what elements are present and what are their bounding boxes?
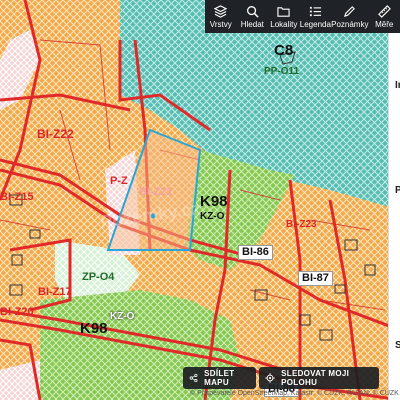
zone-label-kz-o-top: KZ-O	[200, 211, 225, 222]
locate-icon	[265, 373, 275, 383]
toolbar-search-button[interactable]: Hledat	[237, 0, 269, 33]
track-location-label: SLEDOVAT MOJI POLOHU	[281, 369, 350, 387]
toolbar-legend-label: Legenda	[299, 19, 331, 29]
zone-label-k98-top: K98	[200, 193, 228, 210]
side-panel-letter-3: S	[395, 340, 400, 351]
toolbar-layers-label: Vrstvy	[209, 19, 232, 29]
zone-label-bi-z17: BI-Z17	[38, 286, 72, 298]
zone-label-bi-z22: BI-Z22	[37, 127, 74, 141]
zone-label-k98-bottom: K98	[80, 320, 108, 337]
toolbar-measure-button[interactable]: Měře	[368, 0, 400, 33]
map-canvas[interactable]: C8 PP-O11 BI-Z22 BI-Z21 P-Z K98 KZ-O BI-…	[0, 0, 400, 400]
zone-label-bi-z21: BI-Z21	[139, 186, 173, 198]
zone-label-bi-86: BI-86	[238, 245, 273, 260]
zone-label-pp-o11: PP-O11	[264, 66, 300, 77]
zone-label-c8: C8	[274, 42, 294, 59]
toolbar-notes-label: Poznámky	[331, 19, 369, 29]
zone-label-bi-z20: BI-Z20	[0, 306, 34, 318]
toolbar-layers-button[interactable]: Vrstvy	[205, 0, 237, 33]
side-panel-letter-2: P	[395, 185, 400, 196]
toolbar-notes-button[interactable]: Poznámky	[331, 0, 368, 33]
zone-label-kz-o-bottom: KZ-O	[110, 311, 135, 322]
toolbar-locations-label: Lokality	[270, 19, 298, 29]
zone-label-zp-o4: ZP-O4	[82, 271, 115, 283]
zone-label-bi-87: BI-87	[298, 271, 333, 286]
top-toolbar: Vrstvy Hledat Lokality Legenda Poznámky …	[205, 0, 400, 33]
zone-label-bi-z23: BI-Z23	[286, 219, 317, 230]
share-icon	[189, 373, 198, 383]
ruler-icon	[377, 4, 391, 18]
zone-label-p-z: P-Z	[110, 175, 128, 187]
toolbar-legend-button[interactable]: Legenda	[300, 0, 332, 33]
folder-icon	[277, 6, 290, 17]
zone-label-bi-z15: BI-Z15	[0, 191, 34, 203]
side-panel-letter-1: Ir	[395, 80, 400, 91]
track-location-button[interactable]: SLEDOVAT MOJI POLOHU	[259, 367, 379, 389]
share-map-button[interactable]: SDÍLET MAPU	[183, 367, 256, 389]
layers-icon	[214, 4, 228, 18]
toolbar-locations-button[interactable]: Lokality	[268, 0, 300, 33]
map-attribution: © Přispěvatelé OpenStreetMap, Katastr: ©…	[190, 390, 399, 397]
list-icon	[309, 6, 321, 16]
toolbar-measure-label: Měře	[375, 19, 394, 29]
share-map-label: SDÍLET MAPU	[204, 369, 235, 387]
side-panel[interactable]: Ir P S	[388, 33, 400, 400]
toolbar-search-label: Hledat	[240, 19, 264, 29]
search-icon	[246, 5, 259, 18]
pencil-icon	[344, 5, 356, 17]
